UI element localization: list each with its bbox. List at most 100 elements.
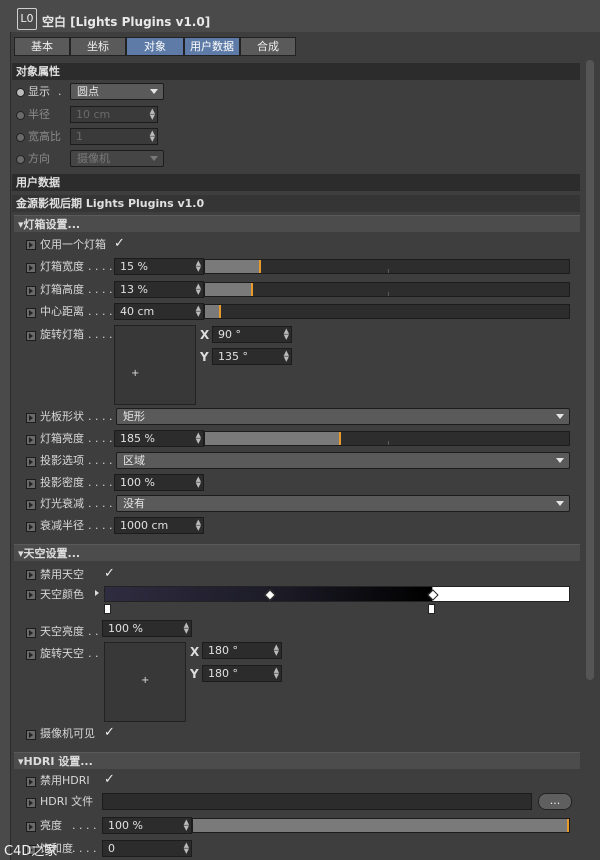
spinner-icon[interactable]: ▲ ▼ <box>196 476 201 489</box>
slider-fill <box>205 283 252 296</box>
spinner-icon[interactable]: ▲ ▼ <box>184 819 189 832</box>
keyframe-icon[interactable] <box>26 500 36 510</box>
keyframe-icon[interactable] <box>26 413 36 423</box>
checkbox-disable-hdri[interactable]: ✓ <box>104 771 115 789</box>
spinner-icon[interactable]: ▲ ▼ <box>284 350 289 363</box>
falloff-label: 灯光衰减 <box>40 497 84 510</box>
hdri-brightness-field[interactable]: 100 % ▲ ▼ <box>102 817 192 834</box>
density-field[interactable]: 100 % ▲ ▼ <box>114 474 204 491</box>
sky-rotate-y-field[interactable]: 180 ° ▲ ▼ <box>202 665 282 682</box>
tab-user-data[interactable]: 用户数据 <box>184 37 240 56</box>
keyframe-icon[interactable] <box>26 522 36 532</box>
sky-color-gradient[interactable] <box>104 586 570 602</box>
aspect-field: 1 ▲ ▼ <box>70 128 158 145</box>
height-field[interactable]: 13 % ▲ ▼ <box>114 281 204 298</box>
sky-rotate-x-field[interactable]: 180 ° ▲ ▼ <box>202 642 282 659</box>
slider-handle[interactable] <box>339 432 341 445</box>
spinner-icon[interactable]: ▲ ▼ <box>284 328 289 341</box>
dots: . . . . <box>72 819 97 832</box>
rotate-sky-label: 旋转天空 <box>40 647 84 660</box>
expand-arrow-icon[interactable] <box>95 590 99 596</box>
brightness-slider[interactable] <box>204 431 570 446</box>
center-slider[interactable] <box>204 304 570 319</box>
spinner-icon[interactable]: ▲ ▼ <box>184 842 189 855</box>
saturation-field[interactable]: 0 ▲ ▼ <box>102 840 192 857</box>
center-field[interactable]: 40 cm ▲ ▼ <box>114 303 204 320</box>
dots: . . . . . <box>88 497 120 510</box>
hdri-file-field[interactable] <box>102 793 532 810</box>
tab-basic[interactable]: 基本 <box>14 37 70 56</box>
keyframe-icon[interactable] <box>26 435 36 445</box>
keyframe-icon[interactable] <box>26 730 36 740</box>
only-one-label: 仅用一个灯箱 <box>40 238 106 251</box>
keyframe-icon[interactable] <box>26 286 36 296</box>
keyframe-icon[interactable] <box>26 798 36 808</box>
x-label: X <box>200 328 210 342</box>
dots: . . <box>88 647 99 660</box>
keyframe-icon[interactable] <box>26 308 36 318</box>
keyframe-icon[interactable] <box>26 628 36 638</box>
shape-dropdown[interactable]: 矩形 <box>116 408 570 425</box>
tab-compositing[interactable]: 合成 <box>240 37 296 56</box>
keyframe-icon[interactable] <box>26 331 36 341</box>
width-slider[interactable] <box>204 259 570 274</box>
spinner-icon[interactable]: ▲ ▼ <box>196 519 201 532</box>
radius-field: 10 cm ▲ ▼ <box>70 106 158 123</box>
browse-button[interactable]: ... <box>538 793 572 810</box>
slider-handle[interactable] <box>567 819 569 832</box>
keyframe-icon[interactable] <box>26 479 36 489</box>
slider-handle[interactable] <box>219 305 221 318</box>
group-sky[interactable]: ▾天空设置... <box>14 544 580 561</box>
radio-icon <box>16 111 25 120</box>
spinner-icon[interactable]: ▲ ▼ <box>184 622 189 635</box>
y-label: Y <box>190 667 199 681</box>
hdri-brightness-slider[interactable] <box>192 818 570 833</box>
spinner-icon: ▲ ▼ <box>149 129 155 143</box>
center-label: 中心距离 <box>40 305 84 318</box>
gradient-knot[interactable] <box>428 604 435 614</box>
spinner-icon[interactable]: ▲ ▼ <box>196 305 201 318</box>
rotation-pad[interactable] <box>114 325 196 405</box>
radio-icon <box>16 155 25 164</box>
section-object-properties[interactable]: 对象属性 <box>12 63 580 80</box>
spinner-icon[interactable]: ▲ ▼ <box>274 667 279 680</box>
sky-brightness-field[interactable]: 100 % ▲ ▼ <box>102 620 192 637</box>
slider-handle[interactable] <box>259 260 261 273</box>
spinner-icon[interactable]: ▲ ▼ <box>196 283 201 296</box>
slider-handle[interactable] <box>251 283 253 296</box>
rotate-y-field[interactable]: 135 ° ▲ ▼ <box>212 348 292 365</box>
group-lightbox[interactable]: ▾灯箱设置... <box>14 215 580 232</box>
radio-icon <box>16 133 25 142</box>
spinner-icon[interactable]: ▲ ▼ <box>196 260 201 273</box>
width-field[interactable]: 15 % ▲ ▼ <box>114 258 204 275</box>
keyframe-icon[interactable] <box>26 263 36 273</box>
group-hdri[interactable]: ▾HDRI 设置... <box>14 752 580 769</box>
gradient-knot[interactable] <box>104 604 111 614</box>
projection-dropdown[interactable]: 区域 <box>116 452 570 469</box>
left-panel-edge <box>0 0 11 860</box>
slider-tick <box>388 441 389 445</box>
falloff-radius-field[interactable]: 1000 cm ▲ ▼ <box>114 517 204 534</box>
tab-coord[interactable]: 坐标 <box>70 37 126 56</box>
checkbox-disable-sky[interactable]: ✓ <box>104 565 115 583</box>
vertical-scrollbar[interactable] <box>586 60 594 680</box>
display-dropdown[interactable]: 圆点 <box>70 83 164 100</box>
spinner-icon[interactable]: ▲ ▼ <box>196 432 201 445</box>
section-user-data[interactable]: 用户数据 <box>12 174 580 191</box>
height-slider[interactable] <box>204 282 570 297</box>
keyframe-icon[interactable] <box>26 777 36 787</box>
keyframe-icon[interactable] <box>26 822 36 832</box>
spinner-icon[interactable]: ▲ ▼ <box>274 644 279 657</box>
checkbox-camera-visible[interactable]: ✓ <box>104 724 115 742</box>
rotate-x-field[interactable]: 90 ° ▲ ▼ <box>212 326 292 343</box>
radio-icon[interactable] <box>16 88 25 97</box>
keyframe-icon[interactable] <box>26 650 36 660</box>
falloff-dropdown[interactable]: 没有 <box>116 495 570 512</box>
tab-object[interactable]: 对象 <box>126 37 184 56</box>
brightness-field[interactable]: 185 % ▲ ▼ <box>114 430 204 447</box>
keyframe-icon[interactable] <box>26 590 36 600</box>
keyframe-icon[interactable] <box>26 240 36 250</box>
keyframe-icon[interactable] <box>26 570 36 580</box>
checkbox-only-one[interactable]: ✓ <box>114 235 125 253</box>
keyframe-icon[interactable] <box>26 457 36 467</box>
